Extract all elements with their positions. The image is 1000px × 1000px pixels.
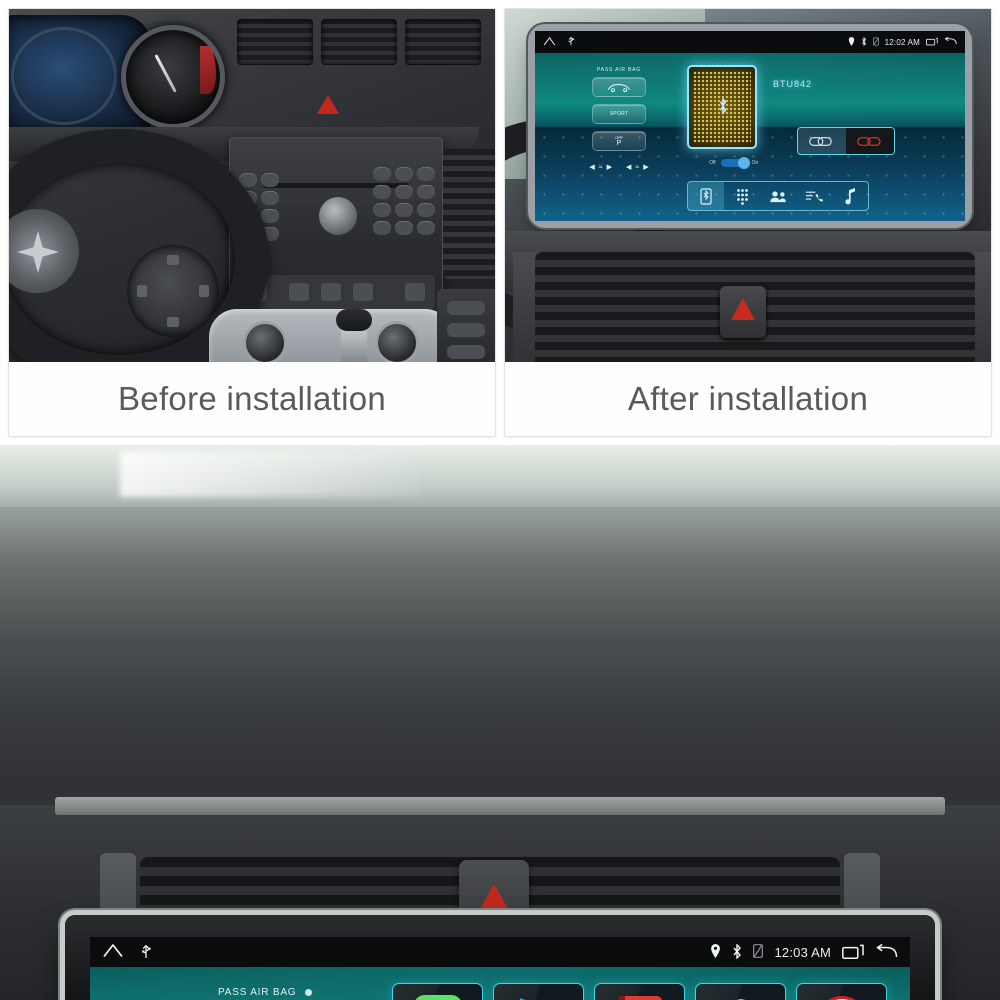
parking-p-label: P [616, 139, 622, 147]
location-pin-icon [710, 944, 721, 960]
passenger-air-vent [443, 149, 495, 279]
product-listing-image: Before installation 12:02 AM PASS AIR BA… [0, 0, 1000, 1000]
after-installation-caption: After installation [505, 362, 991, 436]
pass-air-bag-label: PASS AIR BAG [165, 987, 365, 998]
back-arrow-icon[interactable] [875, 943, 898, 961]
before-installation-card: Before installation [8, 8, 496, 437]
air-vent [321, 19, 397, 65]
app-play-store[interactable]: Play Store [493, 983, 584, 1000]
recent-apps-icon[interactable] [842, 944, 864, 961]
qr-pairing-code [687, 65, 757, 149]
side-control-panel [437, 289, 495, 362]
bt-device-name: BTU842 [773, 79, 813, 89]
main-android-screen: 12:03 AM PASS AIR BAG [90, 937, 910, 1000]
after-installation-photo: 12:02 AM PASS AIR BAG SPORT OFF P ◀ ≈ ▶ … [505, 9, 991, 362]
car-status-widget: PASS AIR BAG [165, 987, 365, 1000]
bluetooth-icon [718, 97, 728, 120]
app-sound-recorder[interactable]: Sound Record.. [796, 983, 887, 1000]
installed-unit-hero-photo: 12:03 AM PASS AIR BAG [0, 445, 1000, 1000]
back-arrow-icon[interactable] [944, 36, 957, 48]
toggle-off-label: Off [709, 160, 716, 166]
hazard-light-button[interactable] [720, 286, 766, 338]
tab-call-log[interactable] [796, 182, 832, 210]
tab-dialpad[interactable] [724, 182, 760, 210]
installed-android-head-unit: 12:02 AM PASS AIR BAG SPORT OFF P ◀ ≈ ▶ … [535, 31, 965, 221]
park-assist-button[interactable]: OFF P [592, 131, 646, 151]
air-vent [405, 19, 481, 65]
app-settings[interactable]: Settings [695, 983, 786, 1000]
bt-connect-buttons [797, 127, 895, 155]
recent-apps-icon[interactable] [926, 37, 938, 48]
location-pin-icon [848, 36, 855, 48]
windshield-reflection [0, 445, 1000, 515]
sim-card-icon [872, 36, 879, 48]
tab-bt-device[interactable] [688, 182, 724, 210]
android-launcher: 12:03 AM PASS AIR BAG [90, 937, 910, 1000]
climate-dial-right [375, 321, 419, 362]
keypad-button-cluster [373, 167, 435, 235]
bluetooth-icon [732, 942, 742, 961]
status-bar: 12:03 AM [90, 937, 910, 967]
clock-label: 12:03 AM [774, 944, 831, 960]
arrow-left-icon: ◀ [626, 164, 632, 171]
air-vent [237, 19, 313, 65]
link-disconnect-icon[interactable] [846, 128, 894, 154]
before-after-comparison: Before installation 12:02 AM PASS AIR BA… [0, 0, 1000, 445]
redline-zone [200, 46, 216, 94]
car-interior-android: 12:02 AM PASS AIR BAG SPORT OFF P ◀ ≈ ▶ … [505, 9, 991, 362]
mini-car-widget: PASS AIR BAG SPORT OFF P ◀ ≈ ▶ ◀ ≈ ▶ [559, 67, 679, 171]
mini-status-bar: 12:02 AM [535, 31, 965, 53]
chrome-trim-strip [55, 797, 945, 815]
microphone-icon [817, 996, 866, 1000]
home-icon[interactable] [102, 943, 124, 962]
steering-wheel-controls [127, 245, 219, 337]
mini-android-screen: 12:02 AM PASS AIR BAG SPORT OFF P ◀ ≈ ▶ … [535, 31, 965, 221]
clock-label: 12:02 AM [884, 37, 920, 47]
pdf-reader-icon: PDF [617, 996, 662, 1000]
airbag-status-lamp [304, 988, 312, 996]
toggle-on-label: On [751, 160, 759, 166]
climate-dial-left [243, 321, 287, 362]
arrow-left-icon: ◀ [589, 164, 595, 171]
pass-air-bag-text: PASS AIR BAG [218, 987, 297, 998]
gear-shifter [336, 309, 372, 362]
center-console [209, 309, 453, 362]
arrow-right-icon: ▶ [643, 164, 649, 171]
arrow-right-icon: ▶ [606, 164, 612, 171]
dashboard-surface [0, 507, 1000, 647]
android-head-unit: 12:03 AM PASS AIR BAG [65, 915, 935, 1000]
app-grid: PhoneLink [392, 983, 892, 1000]
gauge-needle [154, 54, 177, 93]
pass-air-bag-label: PASS AIR BAG [597, 67, 641, 73]
car-profile-button[interactable] [592, 77, 646, 97]
phonelink-icon [413, 995, 462, 1000]
volume-knob [319, 197, 357, 235]
bt-tab-bar [687, 181, 869, 211]
after-installation-card: 12:02 AM PASS AIR BAG SPORT OFF P ◀ ≈ ▶ … [504, 8, 992, 437]
tab-contacts[interactable] [760, 182, 796, 210]
sport-mode-button[interactable]: SPORT [592, 104, 646, 124]
app-repligo-reader[interactable]: PDF RepliGo Reader [594, 983, 685, 1000]
sport-label: SPORT [609, 111, 629, 117]
tab-music[interactable] [832, 182, 868, 210]
car-interior-factory [9, 9, 495, 362]
door-indicator-row: ◀ ≈ ▶ ◀ ≈ ▶ [559, 163, 679, 172]
app-phonelink[interactable]: PhoneLink [392, 983, 483, 1000]
before-installation-photo [9, 9, 495, 362]
google-play-icon [519, 998, 525, 1000]
bluetooth-toggle[interactable]: Off On [709, 157, 759, 169]
left-door-indicator: ≈ [598, 163, 603, 171]
before-installation-caption: Before installation [9, 362, 495, 436]
tachometer-gauge [121, 25, 225, 129]
sim-card-icon [753, 944, 764, 960]
gear-icon [735, 999, 746, 1000]
hazard-triangle-icon [317, 95, 339, 114]
right-door-indicator: ≈ [635, 163, 640, 171]
bluetooth-icon [861, 36, 867, 48]
usb-icon[interactable] [567, 34, 575, 50]
usb-icon[interactable] [140, 942, 152, 963]
home-icon[interactable] [543, 34, 556, 50]
link-connect-icon[interactable] [798, 128, 846, 154]
